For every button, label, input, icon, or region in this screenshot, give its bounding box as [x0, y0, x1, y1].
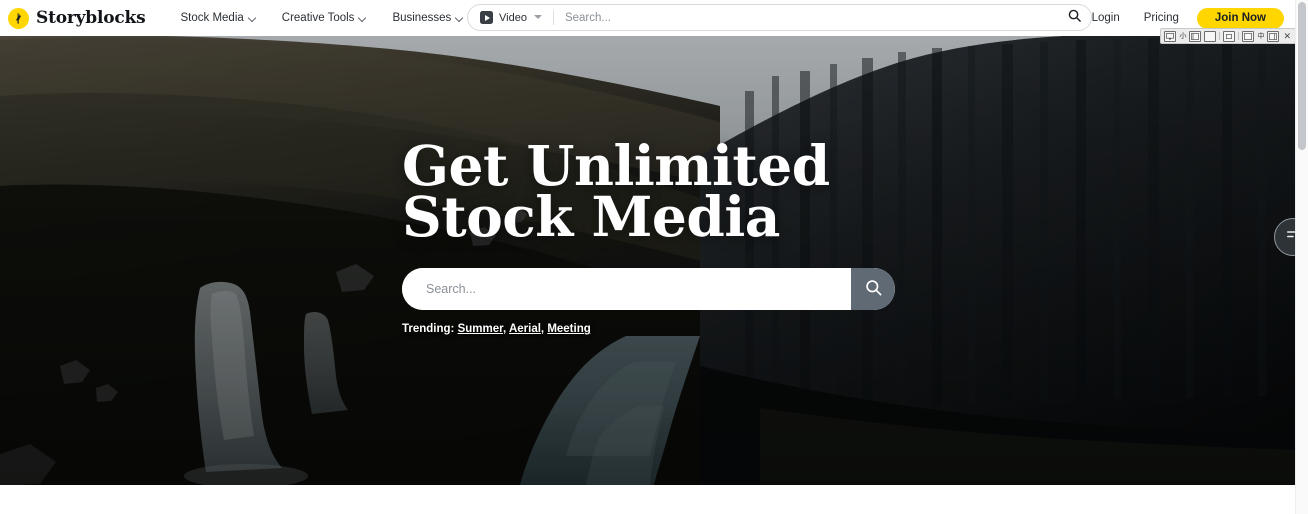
ime-tool-icon[interactable] — [1223, 30, 1236, 42]
ime-mode-label[interactable]: 小 — [1179, 33, 1186, 40]
page-scrollbar[interactable] — [1295, 0, 1308, 514]
nav-item-stock-media[interactable]: Stock Media — [168, 12, 269, 24]
site-header: Storyblocks Stock Media Creative Tools B… — [0, 0, 1296, 36]
hero-section: Get Unlimited Stock Media Trending: Summ… — [0, 36, 1296, 485]
login-link[interactable]: Login — [1080, 12, 1132, 24]
nav-item-creative-tools[interactable]: Creative Tools — [269, 12, 380, 24]
video-play-icon — [480, 11, 493, 24]
hero-search-bar[interactable] — [402, 268, 895, 311]
header-search-type-label: Video — [499, 11, 527, 24]
search-icon — [864, 278, 883, 300]
hero-search-button[interactable] — [851, 268, 895, 311]
join-now-button[interactable]: Join Now — [1196, 7, 1284, 29]
pricing-link[interactable]: Pricing — [1132, 12, 1191, 24]
scrollbar-thumb[interactable] — [1298, 2, 1306, 150]
chevron-down-icon — [359, 15, 366, 22]
chevron-down-icon — [249, 15, 256, 22]
nav-label-businesses: Businesses — [392, 12, 452, 24]
storyblocks-s-icon — [8, 7, 29, 29]
ime-cn-icon[interactable] — [1242, 30, 1255, 42]
hero-search-input[interactable] — [402, 268, 851, 311]
nav-label-stock-media: Stock Media — [180, 12, 244, 24]
hero-title: Get Unlimited Stock Media — [402, 133, 830, 250]
nav-label-creative-tools: Creative Tools — [281, 12, 355, 24]
trending-term-summer[interactable]: Summer — [458, 323, 503, 335]
header-search-input[interactable] — [564, 11, 1057, 24]
ime-divider — [1219, 32, 1221, 40]
hero-content: Get Unlimited Stock Media Trending: Summ… — [402, 133, 895, 335]
ime-toolbar[interactable]: 小 中 ✕ — [1160, 28, 1296, 44]
brand-logo[interactable]: Storyblocks — [8, 7, 146, 29]
header-search-type-selector[interactable]: Video — [468, 11, 542, 24]
header-search-divider — [552, 10, 554, 25]
keyboard-monitor-icon[interactable] — [1164, 30, 1177, 42]
ime-box-icon[interactable] — [1204, 30, 1217, 42]
below-fold-area — [0, 485, 1296, 514]
caret-down-icon — [533, 14, 542, 21]
trending-row: Trending: Summer, Aerial, Meeting — [402, 323, 895, 335]
chevron-down-icon — [456, 15, 463, 22]
ime-tool2-icon[interactable] — [1267, 30, 1280, 42]
brand-name: Storyblocks — [36, 7, 146, 28]
trending-label: Trending: — [402, 323, 455, 336]
close-icon[interactable]: ✕ — [1282, 31, 1292, 41]
ime-cn-label[interactable]: 中 — [1257, 33, 1264, 40]
page-root: Get Unlimited Stock Media Trending: Summ… — [0, 0, 1308, 514]
header-search-bar[interactable]: Video — [467, 4, 1092, 31]
trending-term-meeting[interactable]: Meeting — [547, 323, 590, 335]
ime-divider — [1238, 32, 1240, 40]
ime-panel-icon[interactable] — [1189, 30, 1202, 42]
trending-term-aerial[interactable]: Aerial — [509, 323, 541, 335]
nav-item-businesses[interactable]: Businesses — [379, 12, 476, 24]
